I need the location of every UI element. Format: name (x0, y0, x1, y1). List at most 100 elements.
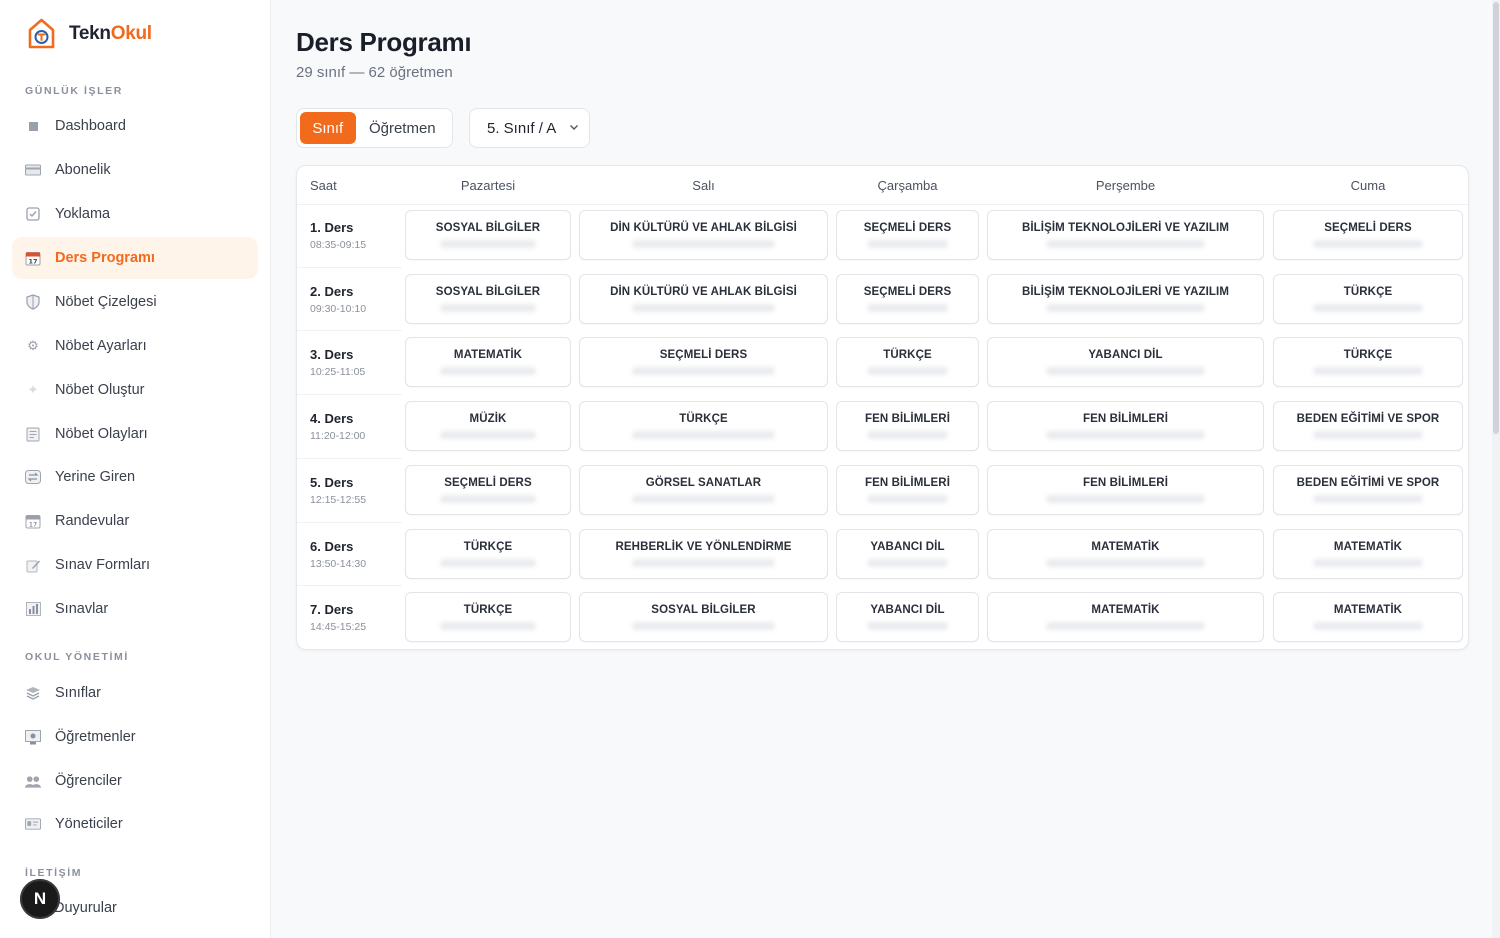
schedule-cell[interactable]: TÜRKÇE (836, 337, 979, 388)
schedule-cell[interactable]: YABANCI DİL (987, 337, 1264, 388)
subject-name: MATEMATİK (1333, 604, 1403, 617)
teacher-name-redacted (1313, 240, 1423, 248)
schedule-cell[interactable]: MATEMATİK (987, 592, 1264, 643)
schedule-cell[interactable]: MATEMATİK (1273, 528, 1463, 579)
schedule-cell[interactable]: MÜZİK (405, 401, 571, 452)
shield-icon (25, 294, 41, 310)
sidebar-item-ders-programi[interactable]: 17 Ders Programı (12, 237, 258, 279)
schedule-cell[interactable]: BİLİŞİM TEKNOLOJİLERİ VE YAZILIM (987, 273, 1264, 324)
teacher-name-redacted (1313, 431, 1423, 440)
sidebar-item-siniflar[interactable]: Sınıflar (12, 672, 258, 714)
scrollbar-thumb[interactable] (1493, 2, 1499, 434)
sidebar-item-label: Dashboard (55, 118, 126, 134)
avatar[interactable]: N (20, 879, 60, 919)
teacher-name-redacted (440, 558, 536, 567)
subject-name: SEÇMELİ DERS (659, 349, 748, 362)
view-toggle: Sınıf Öğretmen (296, 108, 453, 148)
brand[interactable]: TeknOkul (28, 18, 152, 50)
schedule-cell[interactable]: SOSYAL BİLGİLER (405, 210, 571, 260)
period-time: 14:45-15:25 (310, 621, 367, 634)
sidebar-item-yoklama[interactable]: Yoklama (12, 193, 258, 235)
sidebar-item-ogretmenler[interactable]: Öğretmenler (12, 716, 258, 758)
column-header-time: Saat (310, 178, 337, 193)
teacher-name-redacted (440, 367, 536, 376)
teacher-name-redacted (440, 240, 536, 248)
schedule-cell[interactable]: SOSYAL BİLGİLER (579, 592, 828, 643)
sidebar-item-nobet-olaylari[interactable]: Nöbet Olayları (12, 413, 258, 455)
schedule-cell[interactable]: TÜRKÇE (1273, 337, 1463, 388)
schedule-cell[interactable]: MATEMATİK (987, 528, 1264, 579)
schedule-cell[interactable]: TÜRKÇE (405, 528, 571, 579)
teacher-name-redacted (1045, 367, 1206, 376)
chevron-down-icon (570, 125, 578, 130)
schedule-cell[interactable]: BİLİŞİM TEKNOLOJİLERİ VE YAZILIM (987, 210, 1264, 260)
schedule-cell[interactable]: FEN BİLİMLERİ (836, 401, 979, 452)
subject-name: FEN BİLİMLERİ (1083, 476, 1168, 489)
sidebar-item-nobet-cizelgesi[interactable]: Nöbet Çizelgesi (12, 281, 258, 323)
toggle-class-button[interactable]: Sınıf (300, 112, 356, 144)
subject-name: MATEMATİK (1333, 540, 1403, 553)
schedule-cell[interactable]: REHBERLİK VE YÖNLENDİRME (579, 528, 828, 579)
schedule-cell[interactable]: TÜRKÇE (405, 592, 571, 643)
schedule-cell[interactable]: MATEMATİK (405, 337, 571, 388)
schedule-cell[interactable]: YABANCI DİL (836, 592, 979, 643)
sidebar-item-label: Nöbet Çizelgesi (55, 294, 157, 310)
schedule-cell[interactable]: SEÇMELİ DERS (579, 337, 828, 388)
period-name: 4. Ders (310, 411, 354, 427)
bar-chart-icon (25, 601, 41, 617)
schedule-cell[interactable]: FEN BİLİMLERİ (987, 464, 1264, 515)
schedule-cell[interactable]: DİN KÜLTÜRÜ VE AHLAK BİLGİSİ (579, 273, 828, 324)
sidebar-item-dashboard[interactable]: Dashboard (12, 105, 258, 147)
square-icon (25, 118, 41, 134)
subject-name: BİLİŞİM TEKNOLOJİLERİ VE YAZILIM (1021, 222, 1230, 234)
schedule-cell[interactable]: BEDEN EĞİTİMİ VE SPOR (1273, 401, 1463, 452)
sidebar-item-ogrenciler[interactable]: Öğrenciler (12, 760, 258, 802)
subject-name: BEDEN EĞİTİMİ VE SPOR (1296, 476, 1440, 489)
schedule-cell[interactable]: SEÇMELİ DERS (405, 464, 571, 515)
checkbox-icon (25, 206, 41, 222)
sidebar-item-sinavlar[interactable]: Sınavlar (12, 588, 258, 630)
schedule-cell[interactable]: SEÇMELİ DERS (1273, 210, 1463, 260)
toggle-teacher-button[interactable]: Öğretmen (356, 112, 449, 144)
gear-icon: ⚙ (27, 338, 39, 353)
sidebar-item-sinav-formlari[interactable]: Sınav Formları (12, 544, 258, 586)
teacher-name-redacted (866, 240, 949, 248)
teacher-name-redacted (1313, 494, 1423, 503)
subject-name: BEDEN EĞİTİMİ VE SPOR (1296, 413, 1440, 426)
schedule-cell[interactable]: BEDEN EĞİTİMİ VE SPOR (1273, 464, 1463, 515)
teacher-name-redacted (866, 558, 949, 567)
teacher-name-redacted (1045, 494, 1206, 503)
class-select[interactable]: 5. Sınıf / A (469, 108, 590, 148)
page-title: Ders Programı (296, 27, 472, 57)
period-label: 1. Ders 08:35-09:15 (310, 220, 366, 251)
sidebar-item-yoneticiler[interactable]: Yöneticiler (12, 803, 258, 845)
schedule-cell[interactable]: TÜRKÇE (579, 401, 828, 452)
teacher-name-redacted (631, 622, 776, 631)
schedule-cell[interactable]: MATEMATİK (1273, 592, 1463, 643)
sidebar-item-nobet-olustur[interactable]: ✦ Nöbet Oluştur (12, 369, 258, 411)
sidebar-item-label: Nöbet Oluştur (55, 382, 145, 398)
calendar-icon: 17 (25, 250, 41, 266)
sidebar-item-yerine-giren[interactable]: Yerine Giren (12, 456, 258, 498)
schedule-cell[interactable]: SEÇMELİ DERS (836, 210, 979, 260)
subject-name: SEÇMELİ DERS (444, 476, 532, 489)
schedule-cell[interactable]: DİN KÜLTÜRÜ VE AHLAK BİLGİSİ (579, 210, 828, 260)
sidebar-item-label: Ders Programı (55, 250, 155, 266)
schedule-cell[interactable]: FEN BİLİMLERİ (987, 401, 1264, 452)
schedule-cell[interactable]: GÖRSEL SANATLAR (579, 464, 828, 515)
schedule-cell[interactable]: SOSYAL BİLGİLER (405, 273, 571, 324)
teacher-name-redacted (866, 431, 949, 440)
schedule-cell[interactable]: YABANCI DİL (836, 528, 979, 579)
subject-name: TÜRKÇE (1343, 349, 1393, 362)
schedule-cell[interactable]: FEN BİLİMLERİ (836, 464, 979, 515)
schedule-cell[interactable]: SEÇMELİ DERS (836, 273, 979, 324)
sidebar-item-randevular[interactable]: 17 Randevular (12, 500, 258, 542)
schedule-cell[interactable]: TÜRKÇE (1273, 273, 1463, 324)
subject-name: YABANCI DİL (870, 604, 945, 617)
column-header-day: Çarşamba (877, 178, 938, 193)
sidebar-item-abonelik[interactable]: Abonelik (12, 149, 258, 191)
teacher-name-redacted (1045, 431, 1206, 440)
sidebar-item-nobet-ayarlari[interactable]: ⚙ Nöbet Ayarları (12, 325, 258, 367)
subject-name: MATEMATİK (1091, 604, 1160, 617)
page-scrollbar[interactable] (1492, 0, 1500, 938)
